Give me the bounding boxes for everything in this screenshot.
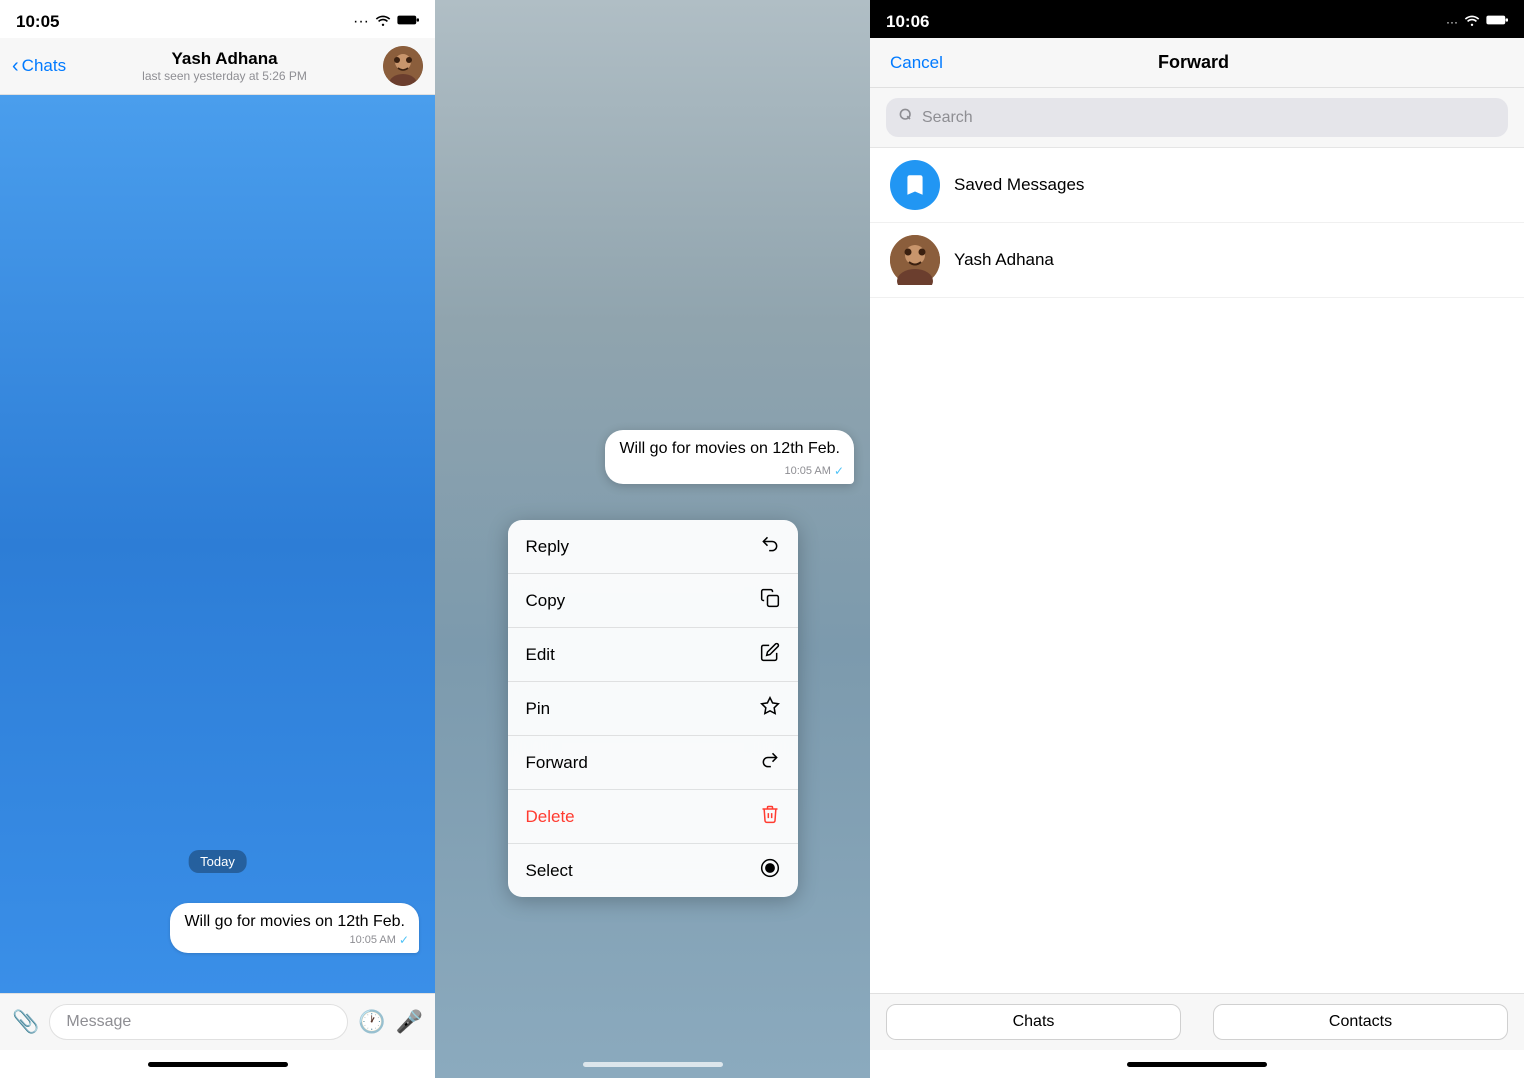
search-icon <box>898 107 914 128</box>
message-text: Will go for movies on 12th Feb. <box>184 913 405 930</box>
status-time: 10:05 <box>16 12 59 32</box>
context-menu-panel: Will go for movies on 12th Feb. 10:05 AM… <box>435 0 870 1078</box>
context-menu: Reply Copy Edit <box>508 520 798 897</box>
cancel-button[interactable]: Cancel <box>890 53 943 73</box>
message-input[interactable]: Message <box>49 1004 348 1040</box>
context-edit[interactable]: Edit <box>508 628 798 682</box>
back-button[interactable]: ‹ Chats <box>12 55 66 78</box>
forward-header: Cancel Forward <box>870 38 1524 88</box>
panel3-home-indicator <box>870 1050 1524 1078</box>
pin-label: Pin <box>526 699 551 719</box>
message-meta: 10:05 AM ✓ <box>349 933 409 947</box>
bottom-tabs: Chats Contacts <box>870 993 1524 1050</box>
context-reply[interactable]: Reply <box>508 520 798 574</box>
context-delete[interactable]: Delete <box>508 790 798 844</box>
search-bar-container: Search <box>870 88 1524 148</box>
message-placeholder: Message <box>66 1013 131 1030</box>
signal-icon: ··· <box>353 13 369 31</box>
chat-header: ‹ Chats Yash Adhana last seen yesterday … <box>0 38 435 95</box>
date-badge: Today <box>188 850 247 873</box>
chat-panel: 10:05 ··· ‹ Chats Yash <box>0 0 435 1078</box>
preview-checkmark-icon: ✓ <box>834 464 844 478</box>
context-forward[interactable]: Forward <box>508 736 798 790</box>
reply-icon <box>760 534 780 559</box>
panel3-status-bar: 10:06 ··· <box>870 0 1524 38</box>
pin-icon <box>760 696 780 721</box>
panel3-status-time: 10:06 <box>886 12 929 32</box>
back-label[interactable]: Chats <box>22 56 66 76</box>
home-bar <box>148 1062 288 1067</box>
back-chevron-icon: ‹ <box>12 55 19 78</box>
forward-panel: 10:06 ··· Cancel Forward <box>870 0 1524 1078</box>
list-item-yash-adhana[interactable]: Yash Adhana <box>870 223 1524 298</box>
copy-icon <box>760 588 780 613</box>
panel2-home-indicator <box>435 1050 870 1078</box>
forward-label: Forward <box>526 753 588 773</box>
panel2-home-bar <box>583 1062 723 1067</box>
message-bubble[interactable]: Will go for movies on 12th Feb. 10:05 AM… <box>170 903 419 953</box>
emoji-button[interactable]: 🕐 <box>358 1009 385 1035</box>
reply-label: Reply <box>526 537 569 557</box>
tab-chats[interactable]: Chats <box>886 1004 1181 1040</box>
avatar-image <box>383 46 423 86</box>
contact-status: last seen yesterday at 5:26 PM <box>66 69 383 83</box>
tab-contacts[interactable]: Contacts <box>1213 1004 1508 1040</box>
select-label: Select <box>526 861 573 881</box>
chat-input-bar: 📎 Message 🕐 🎤 <box>0 993 435 1050</box>
chat-body: Today Will go for movies on 12th Feb. 10… <box>0 95 435 993</box>
list-item-saved-messages[interactable]: Saved Messages <box>870 148 1524 223</box>
search-placeholder: Search <box>922 109 973 127</box>
avatar[interactable] <box>383 46 423 86</box>
message-time: 10:05 AM <box>349 934 395 946</box>
context-pin[interactable]: Pin <box>508 682 798 736</box>
saved-messages-avatar <box>890 160 940 210</box>
panel3-signal-icon: ··· <box>1446 15 1458 29</box>
delete-label: Delete <box>526 807 575 827</box>
panel3-battery-icon <box>1486 13 1508 31</box>
checkmark-icon: ✓ <box>399 933 409 947</box>
copy-label: Copy <box>526 591 566 611</box>
contact-name: Yash Adhana <box>66 49 383 69</box>
context-copy[interactable]: Copy <box>508 574 798 628</box>
home-indicator <box>0 1050 435 1078</box>
search-bar[interactable]: Search <box>886 98 1508 137</box>
status-icons: ··· <box>353 13 419 31</box>
edit-icon <box>760 642 780 667</box>
battery-icon <box>397 13 419 31</box>
preview-message-meta: 10:05 AM ✓ <box>784 464 844 478</box>
saved-messages-name: Saved Messages <box>954 175 1084 195</box>
attach-button[interactable]: 📎 <box>12 1009 39 1035</box>
edit-label: Edit <box>526 645 555 665</box>
panel3-home-bar <box>1127 1062 1267 1067</box>
wifi-icon <box>375 13 391 31</box>
contact-info: Yash Adhana last seen yesterday at 5:26 … <box>66 49 383 83</box>
preview-message-text: Will go for movies on 12th Feb. <box>619 440 840 457</box>
delete-icon <box>760 804 780 829</box>
select-icon <box>760 858 780 883</box>
contact-list-avatar <box>890 235 940 285</box>
contact-list-name-yash: Yash Adhana <box>954 250 1054 270</box>
message-preview-bubble: Will go for movies on 12th Feb. 10:05 AM… <box>605 430 854 484</box>
panel3-wifi-icon <box>1464 13 1480 31</box>
contact-list: Saved Messages Yash Adhana <box>870 148 1524 993</box>
forward-title: Forward <box>1158 52 1229 73</box>
panel3-status-icons: ··· <box>1446 13 1508 31</box>
context-select[interactable]: Select <box>508 844 798 897</box>
preview-message-time: 10:05 AM <box>784 465 830 477</box>
status-bar: 10:05 ··· <box>0 0 435 38</box>
forward-icon <box>760 750 780 775</box>
voice-button[interactable]: 🎤 <box>396 1009 423 1035</box>
